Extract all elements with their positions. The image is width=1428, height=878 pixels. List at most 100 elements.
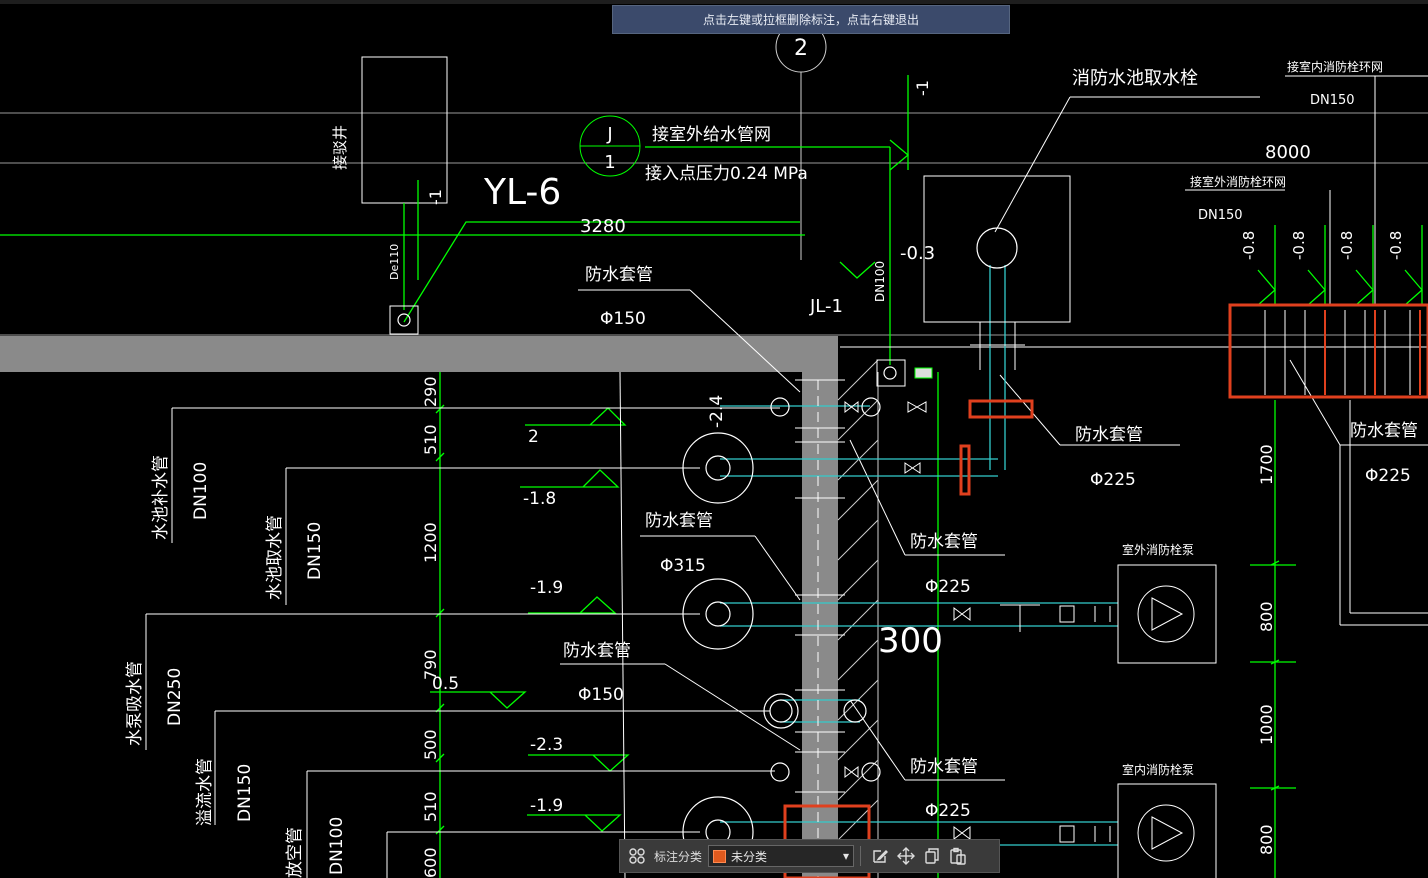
green-pipes — [0, 75, 1423, 878]
outdoor-pump-icon — [1137, 585, 1195, 643]
elev-m19-a: -1.9 — [530, 578, 563, 598]
pipe-take-dn: DN150 — [305, 522, 325, 580]
de110-fitting — [389, 305, 419, 335]
yl6-label: YL-6 — [483, 172, 561, 213]
elev-m08-a: -0.8 — [1240, 231, 1258, 260]
dim-1200: 1200 — [421, 522, 440, 563]
supply-pressure-label: 接入点压力0.24 MPa — [645, 164, 808, 184]
dim-8000: 8000 — [1265, 142, 1311, 163]
elev-m24: -2.4 — [707, 395, 727, 428]
category-label: 标注分类 — [654, 849, 703, 864]
dim-510-b: 510 — [421, 791, 440, 822]
move-icon[interactable] — [893, 843, 919, 869]
pipe-makeup-label: 水池补水管 — [151, 455, 171, 540]
sleeve-2: 防水套管 — [1075, 425, 1143, 445]
phi315: Φ315 — [660, 556, 706, 576]
elev-2: 2 — [528, 427, 539, 447]
pipe-makeup-dn: DN100 — [191, 462, 211, 520]
cad-canvas[interactable]: 2 接驳井 J 1 YL-6 接室外给水管网 接入点压力0.24 MPa 328… — [0, 0, 1428, 878]
dim-800-a: 800 — [1257, 601, 1276, 632]
indoor-pump-icon — [1137, 804, 1195, 862]
sleeve-5: 防水套管 — [910, 532, 978, 552]
tank-hydrant-label: 消防水池取水栓 — [1072, 68, 1198, 89]
copy-icon[interactable] — [919, 843, 945, 869]
valve-symbol — [914, 367, 933, 379]
dim-800-b: 800 — [1257, 824, 1276, 855]
dim-3280: 3280 — [580, 216, 626, 237]
hydrant-sleeve — [970, 322, 1025, 370]
layout-grid-icon[interactable] — [624, 843, 650, 869]
manhole-label: 接驳井 — [331, 125, 349, 170]
chevron-down-icon: ▾ — [842, 849, 850, 863]
leader-lines — [145, 75, 1428, 878]
phi150-2: Φ150 — [578, 685, 624, 705]
dim-300: 300 — [878, 621, 943, 661]
sleeve-7: 防水套管 — [910, 757, 978, 777]
pipe-drain-label: 放空管 — [285, 827, 305, 878]
j1-top: J — [606, 124, 612, 145]
markup-highlights[interactable] — [783, 303, 1428, 878]
sleeve-3: 防水套管 — [1350, 421, 1418, 441]
pipe-suction-dn: DN250 — [165, 668, 185, 726]
phi225-4: Φ225 — [925, 801, 971, 821]
pump-outdoor-label: 室外消防栓泵 — [1122, 542, 1194, 557]
pipe-overflow-dn: DN150 — [235, 764, 255, 822]
markup-toolbar: 标注分类 未分类 ▾ — [619, 839, 1000, 873]
ring-pipes — [1264, 310, 1411, 395]
phi225-3: Φ225 — [925, 577, 971, 597]
category-value: 未分类 — [731, 849, 768, 864]
jl1-fitting — [876, 359, 906, 387]
dim-1000: 1000 — [1257, 704, 1276, 745]
dim-500: 500 — [421, 729, 440, 760]
dn100-vert: DN100 — [873, 261, 887, 302]
elev-m18: -1.8 — [523, 489, 556, 509]
toolbar-divider — [860, 846, 862, 866]
cut-minus1-a: -1 — [426, 189, 445, 205]
category-color-swatch — [713, 849, 727, 863]
elev-m08-b: -0.8 — [1290, 231, 1308, 260]
de110-label: De110 — [388, 244, 401, 280]
rotated-texts: De110 -1 -1 DN100 -0.8 -0.8 -0.8 -0.8 -2… — [125, 80, 1405, 878]
dim-1700: 1700 — [1257, 444, 1276, 485]
outdoor-ring-label: 接室外消防栓环网 — [1190, 174, 1286, 189]
pipe-take-label: 水池取水管 — [265, 515, 285, 600]
outdoor-pump-triangle — [1151, 597, 1184, 631]
reference-lines — [0, 112, 1428, 336]
dim-790: 790 — [421, 649, 440, 680]
category-select[interactable]: 未分类 ▾ — [708, 845, 855, 867]
outdoor-supply-label: 接室外给水管网 — [652, 125, 771, 145]
indoor-ring-label: 接室内消防栓环网 — [1287, 59, 1383, 74]
dim-600: 600 — [421, 847, 440, 878]
manhole-box — [361, 56, 448, 204]
pipe-overflow-label: 溢流水管 — [195, 758, 215, 826]
indoor-pump-box — [1117, 783, 1217, 878]
cut-minus1-b: -1 — [913, 80, 932, 96]
elev-m08-d: -0.8 — [1387, 231, 1405, 260]
ring-pipe-red — [1324, 310, 1421, 395]
instruction-tooltip: 点击左键或拉框删除标注，点击右键退出 — [612, 5, 1010, 34]
dn150-b: DN150 — [1198, 208, 1243, 223]
sleeve-6: 防水套管 — [563, 641, 631, 661]
elev-m23: -2.3 — [530, 735, 563, 755]
pipe-drain-dn: DN100 — [327, 817, 347, 875]
elev-m19-b: -1.9 — [530, 796, 563, 816]
dim-510-a: 510 — [421, 424, 440, 455]
pipe-suction-label: 水泵吸水管 — [125, 661, 145, 746]
indoor-pump-triangle — [1151, 816, 1184, 850]
outdoor-pump-box — [1117, 564, 1217, 664]
hydrant-box — [923, 175, 1071, 323]
phi225-1: Φ225 — [1090, 470, 1136, 490]
dn150-a: DN150 — [1310, 93, 1355, 108]
pump-indoor-label: 室内消防栓泵 — [1122, 762, 1194, 777]
grid-axis-2-label: 2 — [794, 36, 808, 61]
elev-m03: -0.3 — [900, 243, 935, 264]
sleeve-1: 防水套管 — [585, 265, 653, 285]
dim-290: 290 — [421, 376, 440, 407]
paste-icon[interactable] — [945, 843, 971, 869]
edit-icon[interactable] — [867, 843, 893, 869]
sleeve-4: 防水套管 — [645, 511, 713, 531]
j1-bottom: 1 — [604, 152, 615, 173]
phi225-2: Φ225 — [1365, 466, 1411, 486]
elev-m08-c: -0.8 — [1338, 231, 1356, 260]
phi150-1: Φ150 — [600, 309, 646, 329]
